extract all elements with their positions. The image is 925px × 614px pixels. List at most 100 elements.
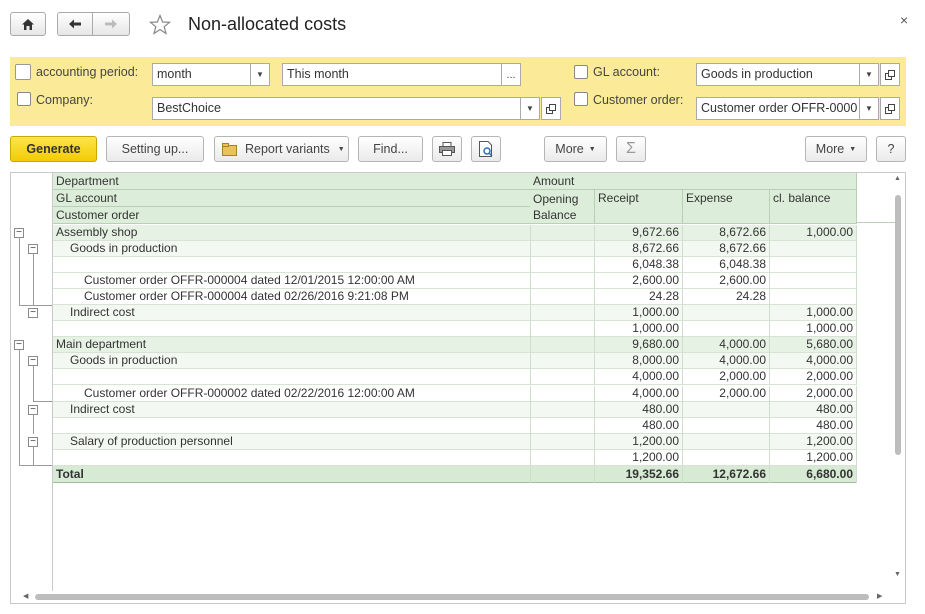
tree-connector: [19, 465, 53, 466]
row-expense: 4,000.00: [683, 353, 770, 369]
row-receipt: 8,000.00: [595, 353, 683, 369]
forward-button[interactable]: [92, 12, 130, 36]
customer-order-dropdown-button[interactable]: ▼: [859, 97, 879, 120]
row-label: [53, 418, 531, 434]
row-receipt: 1,000.00: [595, 305, 683, 321]
period-dropdown-button[interactable]: ▼: [250, 63, 270, 86]
printer-icon: [439, 142, 455, 156]
table-row[interactable]: Assembly shop 9,672.66 8,672.66 1,000.00: [53, 225, 857, 241]
open-window-icon: [885, 69, 895, 80]
table-row[interactable]: Indirect cost 480.00 480.00: [53, 402, 857, 418]
gl-account-field[interactable]: Goods in production: [696, 63, 860, 86]
table-row[interactable]: Customer order OFFR-000004 dated 02/26/2…: [53, 289, 857, 305]
period-range-field[interactable]: This month: [282, 63, 502, 86]
more-menu-button[interactable]: More ▼: [805, 136, 867, 162]
table-row[interactable]: 1,000.00 1,000.00: [53, 321, 857, 337]
table-row[interactable]: Goods in production 8,672.66 8,672.66: [53, 241, 857, 257]
table-row[interactable]: 1,200.00 1,200.00: [53, 450, 857, 466]
company-checkbox[interactable]: [17, 92, 31, 106]
table-row[interactable]: Main department 9,680.00 4,000.00 5,680.00: [53, 337, 857, 353]
more-actions-button[interactable]: More ▼: [544, 136, 607, 162]
report-variants-icon: [222, 142, 237, 156]
row-opening: [530, 257, 595, 273]
row-opening: [530, 289, 595, 305]
gl-account-checkbox[interactable]: [574, 65, 588, 79]
row-expense: 6,048.38: [683, 257, 770, 273]
report-variants-button[interactable]: Report variants ▼: [214, 136, 349, 162]
scroll-up-arrow[interactable]: ▲: [894, 175, 901, 182]
row-cl-balance: 2,000.00: [770, 386, 857, 402]
back-button[interactable]: [57, 12, 93, 36]
sum-button[interactable]: Σ: [616, 136, 646, 162]
vertical-scroll-thumb[interactable]: [895, 195, 901, 455]
scroll-right-arrow[interactable]: ▶: [877, 592, 882, 600]
header-opening-balance: Opening Balance: [530, 190, 595, 224]
row-receipt: 480.00: [595, 418, 683, 434]
print-button[interactable]: [432, 136, 462, 162]
row-opening: [530, 434, 595, 450]
company-dropdown-button[interactable]: ▼: [520, 97, 540, 120]
customer-order-field[interactable]: Customer order OFFR-0000: [696, 97, 860, 120]
row-cl-balance: 5,680.00: [770, 337, 857, 353]
company-label: Company:: [36, 93, 93, 107]
collapse-icon[interactable]: −: [28, 308, 38, 318]
table-row[interactable]: Customer order OFFR-000004 dated 12/01/2…: [53, 273, 857, 289]
customer-order-open-button[interactable]: [880, 97, 900, 120]
row-opening: [530, 305, 595, 321]
row-label: Goods in production: [53, 353, 531, 369]
row-label: Indirect cost: [53, 402, 531, 418]
horizontal-scrollbar[interactable]: ◀ ▶: [11, 591, 891, 603]
company-field[interactable]: BestChoice: [152, 97, 521, 120]
row-expense: 8,672.66: [683, 225, 770, 241]
preview-button[interactable]: [471, 136, 501, 162]
tree-connector: [33, 401, 53, 402]
row-receipt: 4,000.00: [595, 386, 683, 402]
report-variants-label: Report variants: [245, 142, 330, 156]
company-open-button[interactable]: [541, 97, 561, 120]
table-row[interactable]: 4,000.00 2,000.00 2,000.00: [53, 369, 857, 385]
table-row[interactable]: Indirect cost 1,000.00 1,000.00: [53, 305, 857, 321]
vertical-scrollbar[interactable]: ▲ ▼: [891, 173, 905, 593]
collapse-icon[interactable]: −: [14, 340, 24, 350]
collapse-icon[interactable]: −: [28, 356, 38, 366]
table-row[interactable]: Salary of production personnel 1,200.00 1,…: [53, 434, 857, 450]
help-button[interactable]: ?: [876, 136, 906, 162]
table-row[interactable]: Customer order OFFR-000002 dated 02/22/2…: [53, 386, 857, 402]
row-opening: [530, 225, 595, 241]
setting-up-button[interactable]: Setting up...: [106, 136, 204, 162]
row-receipt: 8,672.66: [595, 241, 683, 257]
table-row[interactable]: 6,048.38 6,048.38: [53, 257, 857, 273]
tree-connector: [33, 446, 34, 466]
home-button[interactable]: [10, 12, 46, 36]
open-window-icon: [885, 103, 895, 114]
row-expense: [683, 402, 770, 418]
row-opening: [530, 337, 595, 353]
row-cl-balance: [770, 273, 857, 289]
table-row[interactable]: Goods in production 8,000.00 4,000.00 4,000…: [53, 353, 857, 369]
gl-account-label: GL account:: [593, 65, 660, 79]
period-choose-button[interactable]: ...: [501, 63, 521, 86]
horizontal-scroll-thumb[interactable]: [35, 594, 869, 600]
find-button[interactable]: Find...: [358, 136, 423, 162]
total-row[interactable]: Total 19,352.66 12,672.66 6,680.00: [53, 466, 857, 483]
customer-order-checkbox[interactable]: [574, 92, 588, 106]
close-icon[interactable]: ×: [900, 12, 908, 28]
tree-connector: [33, 305, 53, 306]
tree-connector: [19, 237, 20, 305]
table-row[interactable]: 480.00 480.00: [53, 418, 857, 434]
period-select[interactable]: month: [152, 63, 251, 86]
row-expense: [683, 305, 770, 321]
scroll-down-arrow[interactable]: ▼: [894, 571, 901, 578]
generate-button[interactable]: Generate: [10, 136, 97, 162]
favorite-star-icon[interactable]: [148, 13, 172, 39]
tree-connector: [33, 366, 34, 402]
scroll-left-arrow[interactable]: ◀: [23, 592, 28, 600]
row-expense: 4,000.00: [683, 337, 770, 353]
row-receipt: 9,680.00: [595, 337, 683, 353]
gl-account-dropdown-button[interactable]: ▼: [859, 63, 879, 86]
row-expense: 2,000.00: [683, 369, 770, 385]
accounting-period-checkbox[interactable]: [15, 64, 31, 80]
gl-account-open-button[interactable]: [880, 63, 900, 86]
row-label: Customer order OFFR-000004 dated 12/01/2…: [53, 273, 531, 289]
row-label: Salary of production personnel: [53, 434, 531, 450]
